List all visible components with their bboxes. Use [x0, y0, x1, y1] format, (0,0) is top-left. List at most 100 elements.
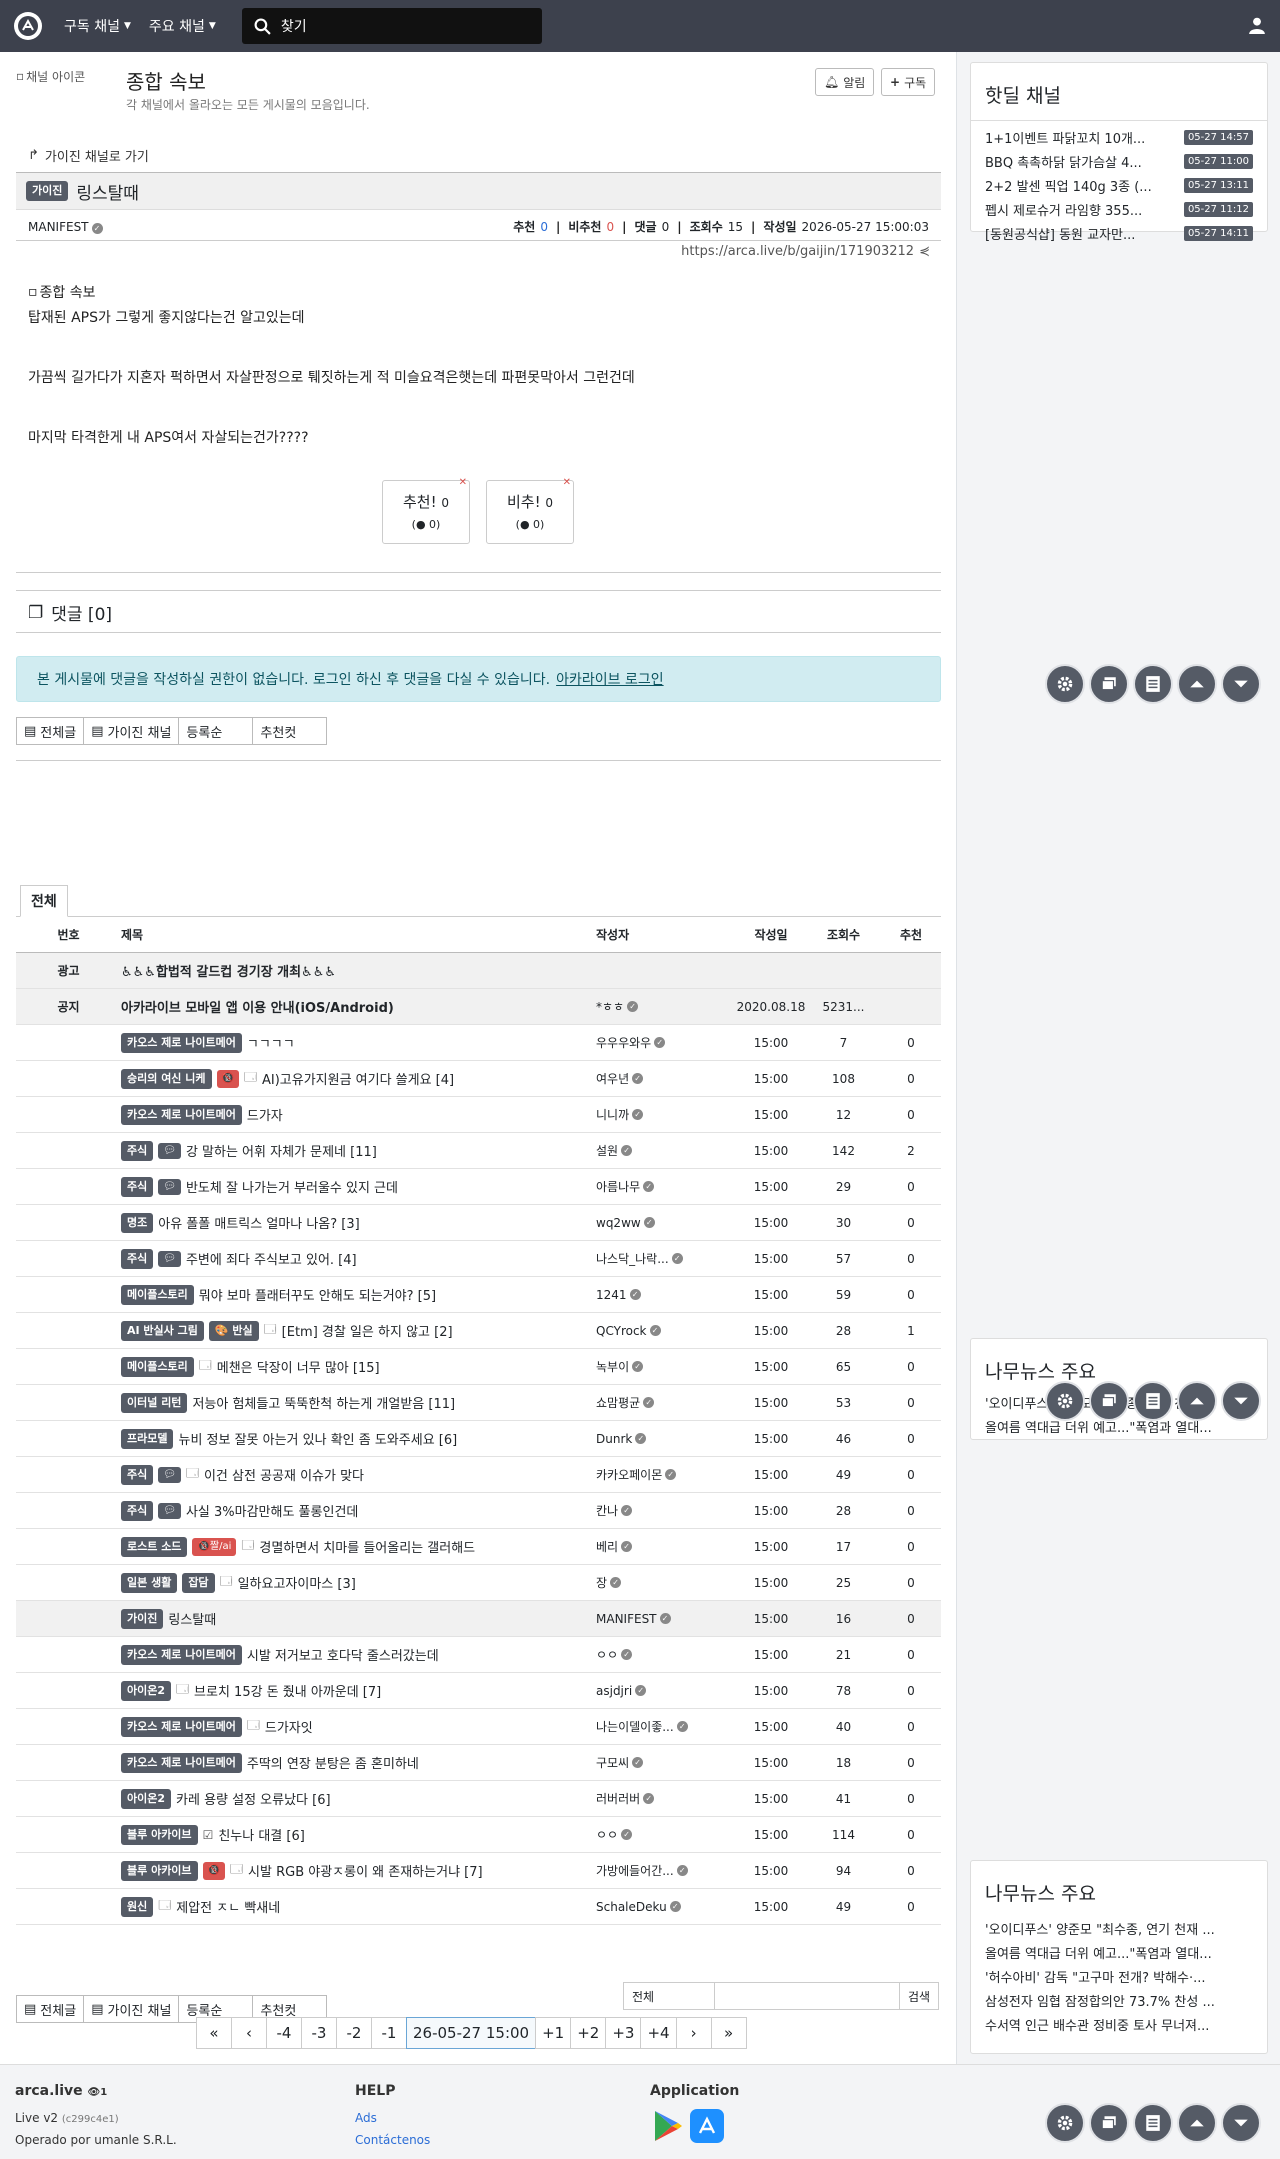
- post-author[interactable]: asjdjri ✓: [596, 1684, 736, 1698]
- post-title-cell[interactable]: 로스트 소드 🔞짤/ai 🗔︎ 경멸하면서 치마를 들어올리는 갤러해드: [121, 1536, 596, 1557]
- hotdeal-item[interactable]: 1+1이벤트 파닭꼬치 10개... 05-27 14:57: [971, 125, 1267, 149]
- hotdeal-item[interactable]: [동원공식샵] 동원 교자만... 05-27 14:11: [971, 221, 1267, 245]
- page-minus-3[interactable]: -3: [301, 2017, 337, 2049]
- post-title-cell[interactable]: ♿♿♿합법적 갈드컵 경기장 개최♿♿♿: [121, 961, 596, 980]
- channel-badge[interactable]: AI 반실사 그림: [121, 1320, 204, 1341]
- news-item[interactable]: '허수아비' 감독 "고구마 전개? 박해수·...: [971, 1964, 1267, 1988]
- table-row[interactable]: 주식 💬︎ 🗔︎ 이건 삼전 공공재 이슈가 맞다 카카오페이몬 ✓ 15:00 49 0: [16, 1457, 941, 1493]
- channel-badge[interactable]: 블루 아카이브: [121, 1824, 198, 1845]
- post-author[interactable]: 녹부이 ✓: [596, 1358, 736, 1375]
- category-badge[interactable]: 가이진: [26, 181, 69, 201]
- channel-badge[interactable]: 이터널 리턴: [121, 1392, 188, 1413]
- post-author[interactable]: wq2ww ✓: [596, 1216, 736, 1230]
- table-row[interactable]: 일본 생활 잡담 🗔︎ 일하요고자이마스 [3] 장 ✓ 15:00 25 0: [16, 1565, 941, 1601]
- page-minus-1[interactable]: -1: [371, 2017, 407, 2049]
- post-title-cell[interactable]: 원신 🗔︎ 제압전 ㅈㄴ 빡새네: [121, 1896, 596, 1917]
- filter-rec-cut[interactable]: 추천컷: [252, 717, 328, 745]
- page-last[interactable]: »: [710, 2017, 747, 2049]
- channel-badge[interactable]: 가이진: [121, 1608, 164, 1629]
- channel-badge[interactable]: 일본 생활: [121, 1572, 178, 1593]
- scroll-down-button[interactable]: [1221, 664, 1261, 704]
- post-title-cell[interactable]: 카오스 제로 나이트메어 🗔︎ 드가자잇: [121, 1716, 596, 1737]
- hotdeal-item[interactable]: 2+2 발센 픽업 140g 3종 (... 05-27 13:11: [971, 173, 1267, 197]
- table-row[interactable]: 가이진 링스탈때 MANIFEST ✓ 15:00 16 0: [16, 1601, 941, 1637]
- table-row[interactable]: 카오스 제로 나이트메어 주딱의 연장 분탕은 좀 혼미하네 구모씨 ✓ 15:00 18…: [16, 1745, 941, 1781]
- article-author[interactable]: MANIFEST ✓: [28, 220, 103, 234]
- post-author[interactable]: 쇼맘평균 ✓: [596, 1394, 736, 1411]
- list-button[interactable]: [1133, 2103, 1173, 2143]
- post-author[interactable]: 니니까 ✓: [596, 1106, 736, 1123]
- post-title-cell[interactable]: 주식 💬︎ 🗔︎ 이건 삼전 공공재 이슈가 맞다: [121, 1464, 596, 1485]
- table-row[interactable]: 승리의 여신 니케 🔞 🗔︎ AI)고유가지원금 여기다 쓸게요 [4] 여우년 ✓ 15:…: [16, 1061, 941, 1097]
- search-scope-select[interactable]: 전체: [623, 1982, 715, 2010]
- article-url[interactable]: https://arca.live/b/gaijin/171903212 ⋞: [681, 244, 930, 259]
- post-title-cell[interactable]: 아카라이브 모바일 앱 이용 안내(iOS/Android): [121, 997, 596, 1016]
- subscribed-channels-menu[interactable]: 구독 채널 ▼: [64, 16, 131, 36]
- list-button[interactable]: [1133, 1381, 1173, 1421]
- hotdeal-item[interactable]: BBQ 촉촉하닭 닭가슴살 4... 05-27 11:00: [971, 149, 1267, 173]
- scroll-up-button[interactable]: [1177, 1381, 1217, 1421]
- post-title-cell[interactable]: 카오스 제로 나이트메어 ㄱㄱㄱㄱ: [121, 1032, 596, 1053]
- post-title-cell[interactable]: 아이온2 카레 용량 설정 오류났다 [6]: [121, 1788, 596, 1809]
- post-title-cell[interactable]: 명조 아유 폴폴 매트릭스 얼마나 나옴? [3]: [121, 1212, 596, 1233]
- channel-badge[interactable]: 주식: [121, 1176, 154, 1197]
- post-author[interactable]: 구모씨 ✓: [596, 1754, 736, 1771]
- hotdeal-item[interactable]: 펩시 제로슈거 라임향 355... 05-27 11:12: [971, 197, 1267, 221]
- category-badge[interactable]: 잡담: [182, 1572, 215, 1593]
- footer-ads-link[interactable]: Ads: [355, 2111, 377, 2125]
- table-row[interactable]: 아이온2 카레 용량 설정 오류났다 [6] 러버러버 ✓ 15:00 41 0: [16, 1781, 941, 1817]
- post-author[interactable]: ㅇㅇ ✓: [596, 1646, 736, 1663]
- login-link[interactable]: 아카라이브 로그인: [556, 669, 664, 689]
- channel-badge[interactable]: 카오스 제로 나이트메어: [121, 1644, 242, 1665]
- post-author[interactable]: 우우우와우 ✓: [596, 1034, 736, 1051]
- channel-badge[interactable]: 원신: [121, 1896, 154, 1917]
- scroll-up-button[interactable]: [1177, 2103, 1217, 2143]
- channel-badge[interactable]: 주식: [121, 1464, 154, 1485]
- post-title-cell[interactable]: 주식 💬︎ 강 말하는 어휘 자체가 문제네 [11]: [121, 1140, 596, 1161]
- comments-button[interactable]: [1089, 2103, 1129, 2143]
- channel-badge[interactable]: 블루 아카이브: [121, 1860, 198, 1881]
- post-author[interactable]: *ㅎㅎ ✓: [596, 998, 736, 1015]
- news-item[interactable]: 삼성전자 임협 잠정합의안 73.7% 찬성 ...: [971, 1988, 1267, 2012]
- comments-button[interactable]: [1089, 664, 1129, 704]
- post-author[interactable]: 카카오페이몬 ✓: [596, 1466, 736, 1483]
- post-title-cell[interactable]: 메이플스토리 🗔︎ 메챈은 닥장이 너무 많아 [15]: [121, 1356, 596, 1377]
- vote-down-button[interactable]: ✕ 비추! 0 (● 0): [486, 477, 574, 544]
- settings-button[interactable]: [1045, 1381, 1085, 1421]
- table-row[interactable]: 주식 💬︎ 주변에 죄다 주식보고 있어. [4] 나스닥_나락... ✓ 15:00 57…: [16, 1241, 941, 1277]
- board-title[interactable]: 종합 속보: [126, 66, 206, 95]
- post-author[interactable]: 나는이델이좋... ✓: [596, 1718, 736, 1735]
- post-title-cell[interactable]: 블루 아카이브 ☑︎ 친누나 대결 [6]: [121, 1824, 596, 1845]
- search-input[interactable]: 찾기: [241, 8, 542, 44]
- channel-badge[interactable]: 로스트 소드: [121, 1536, 188, 1557]
- post-title-cell[interactable]: 프라모델 뉴비 정보 잘못 아는거 있나 확인 좀 도와주세요 [6]: [121, 1428, 596, 1449]
- filter-all-posts[interactable]: ▤ 전체글: [16, 1995, 85, 2023]
- category-badge[interactable]: 🎨 반실: [208, 1320, 259, 1341]
- post-author[interactable]: 베리 ✓: [596, 1538, 736, 1555]
- post-author[interactable]: Dunrk ✓: [596, 1432, 736, 1446]
- table-row[interactable]: 아이온2 🗔︎ 브로치 15강 돈 줬내 아까운데 [7] asjdjri ✓ 15:00…: [16, 1673, 941, 1709]
- channel-badge[interactable]: 주식: [121, 1140, 154, 1161]
- page-plus-2[interactable]: +2: [570, 2017, 607, 2049]
- post-author[interactable]: 칸나 ✓: [596, 1502, 736, 1519]
- table-row[interactable]: 공지 아카라이브 모바일 앱 이용 안내(iOS/Android) *ㅎㅎ ✓ 2020…: [16, 989, 941, 1025]
- channel-badge[interactable]: 카오스 제로 나이트메어: [121, 1752, 242, 1773]
- scroll-down-button[interactable]: [1221, 1381, 1261, 1421]
- post-author[interactable]: MANIFEST ✓: [596, 1612, 736, 1626]
- channel-badge[interactable]: 메이플스토리: [121, 1284, 194, 1305]
- search-button[interactable]: 검색: [899, 1982, 940, 2010]
- app-store-icon[interactable]: [690, 2109, 724, 2143]
- post-title-cell[interactable]: 주식 💬︎ 주변에 죄다 주식보고 있어. [4]: [121, 1248, 596, 1269]
- scroll-down-button[interactable]: [1221, 2103, 1261, 2143]
- page-next[interactable]: ›: [675, 2017, 712, 2049]
- post-title-cell[interactable]: 이터널 리턴 저능아 험체들고 뚝뚝한척 하는게 개얼받음 [11]: [121, 1392, 596, 1413]
- post-title-cell[interactable]: 아이온2 🗔︎ 브로치 15강 돈 줬내 아까운데 [7]: [121, 1680, 596, 1701]
- post-author[interactable]: 여우년 ✓: [596, 1070, 736, 1087]
- channel-badge[interactable]: 카오스 제로 나이트메어: [121, 1104, 242, 1125]
- table-row[interactable]: 블루 아카이브 🔞 🗔︎ 시발 RGB 야광ㅈ롱이 왜 존재하는거냐 [7] 가방에들어…: [16, 1853, 941, 1889]
- post-author[interactable]: 가방에들어간... ✓: [596, 1862, 736, 1879]
- post-author[interactable]: 장 ✓: [596, 1574, 736, 1591]
- post-author[interactable]: ㅇㅇ ✓: [596, 1826, 736, 1843]
- page-plus-3[interactable]: +3: [605, 2017, 642, 2049]
- post-title-cell[interactable]: 주식 💬︎ 반도체 잘 나가는거 부러울수 있지 근데: [121, 1176, 596, 1197]
